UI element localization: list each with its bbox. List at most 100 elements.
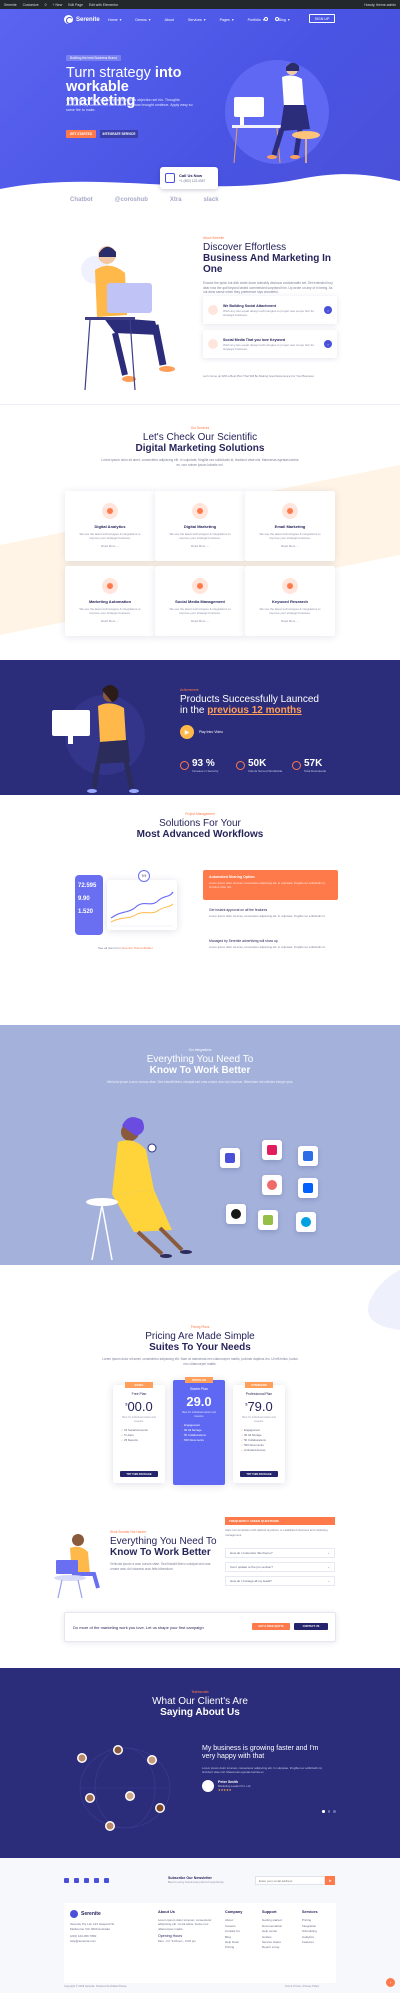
admin-bar-item[interactable]: Edit with Elementor [89,3,118,7]
facebook-icon[interactable] [64,1878,69,1883]
faq-kicker: Work Smarter Not Harder [110,1530,147,1534]
legal-links[interactable]: Terms Of Use | Privacy Policy [285,1985,319,1988]
read-more-link[interactable]: Read More → [245,544,335,548]
subscribe-button[interactable]: ➤ [325,1876,335,1885]
scroll-top-button[interactable]: ↑ [386,1978,395,1987]
slider-dot[interactable] [322,1810,325,1813]
footer-link[interactable]: Features [302,1940,318,1945]
admin-bar-item[interactable]: Edit Page [68,3,83,7]
integrate-service-button[interactable]: INTEGRATE SERVICE [100,130,138,138]
admin-bar-item[interactable]: Customize [23,3,39,7]
admin-bar-item[interactable]: + New [53,3,63,7]
service-card[interactable]: Social Media Management We use the latest… [155,566,245,636]
plan-desc: Best for individual starter and creators… [182,1411,216,1418]
testimonial-quote: My business is growing faster and I'm ve… [202,1745,319,1760]
copyright-text: Copyright © 2023 Serenite. Powered by Ra… [64,1985,127,1988]
signup-button[interactable]: SIGN UP [309,14,335,23]
faq-item[interactable]: How do I manage all my leads? ⌄ [225,1576,335,1586]
arrow-right-icon[interactable]: › [324,306,332,314]
faq-item[interactable]: Can I update to the pro version? ⌄ [225,1562,335,1572]
read-more-link[interactable]: Read More → [245,619,335,623]
footer-link[interactable]: Pricing [225,1945,242,1950]
brand-logo-item: Chatbot [70,197,93,203]
user-icon[interactable] [275,17,279,21]
service-desc: We use the latest technologies & integra… [259,532,321,540]
read-more-link[interactable]: Read More → [65,619,155,623]
instagram-icon[interactable] [94,1878,99,1883]
try-package-button[interactable]: TRY THIS PACKAGE [120,1471,158,1477]
read-more-link[interactable]: Read More → [155,544,245,548]
linkedin-icon[interactable] [84,1878,89,1883]
get-started-button[interactable]: GET STARTED [66,130,96,138]
call-us-card[interactable]: Call Us Now +1 (800) 123-4567 [160,167,218,189]
builder-link[interactable]: Serenite Theme Builder [121,946,152,950]
services-title: Let's Check Our Scientific Digital Market… [135,432,265,454]
menu-item-portfolio[interactable]: Portfolio ▾ [248,18,265,22]
slider-dot[interactable] [327,1810,330,1813]
nav-icons [264,17,279,21]
play-video-button[interactable]: ▶ Play Intro Video [180,725,223,739]
workflow-item[interactable]: Managed by Serenite advertising will sho… [203,935,338,961]
workflow-item-active[interactable]: Automated Sharing Option Lorem ipsum dol… [203,870,338,900]
slider-dot[interactable] [333,1810,336,1813]
search-icon[interactable] [264,17,268,21]
service-card[interactable]: Email Marketing We use the latest technol… [245,491,335,561]
brand-logo[interactable]: Serenite [64,15,100,24]
workflow-item-title: Managed by Serenite advertising will sho… [209,939,278,943]
workflow-item-desc: Lorem ipsum dolor sit amet, consectetur … [209,945,326,949]
menu-item-about[interactable]: About [165,18,174,22]
footer-hours: Mon - Fri: 9:00 am - 6:00 pm [158,1938,197,1943]
service-card[interactable]: Keyword Research We use the latest techno… [245,566,335,636]
service-card[interactable]: Digital Marketing We use the latest techn… [155,491,245,561]
integrations-title: Everything You Need To Know To Work Bette… [146,1054,254,1076]
launch-title: Products Successfully Launced in the prev… [180,694,319,716]
try-package-button[interactable]: TRY THIS PACKAGE [240,1471,278,1477]
plan-badge: BASIC [125,1382,153,1388]
workflow-item[interactable]: Get instant approval on all the features… [203,904,338,930]
menu-item-demos[interactable]: Demos ▾ [135,18,150,22]
workflow-item-title: Get instant approval on all the features [209,908,268,912]
menu-item-services[interactable]: Services ▾ [188,18,206,22]
footer-link[interactable]: Report a bug [262,1945,282,1950]
feature-row[interactable]: We Building Social Attachment Wish any tw… [203,296,337,324]
footer-link[interactable]: Scheduling [302,1929,318,1934]
read-more-link[interactable]: Read More → [65,544,155,548]
plan-badge: POPULAR [185,1377,213,1383]
footer-link[interactable]: Contact Us [225,1929,242,1934]
dropbox-icon [303,1183,313,1193]
free-quote-button[interactable]: GET A FREE QUOTE [252,1623,290,1630]
service-card[interactable]: Digital Analytics We use the latest techn… [65,491,155,561]
service-desc: We use the latest technologies & integra… [259,607,321,615]
read-more-link[interactable]: Read More → [155,619,245,623]
app-icon [258,1210,278,1230]
contact-us-button[interactable]: CONTACT US [294,1623,328,1630]
footer-logo[interactable]: Serenite [70,1910,101,1918]
admin-bar-user[interactable]: Howdy, theme-admin [364,3,396,7]
menu-item-pages[interactable]: Pages ▾ [220,18,234,22]
service-card[interactable]: Marketing Automation We use the latest te… [65,566,155,636]
youtube-icon[interactable] [104,1878,109,1883]
admin-bar-item[interactable]: Serenite [4,3,17,7]
arrow-right-icon[interactable]: › [324,340,332,348]
pricing-corner-shape [368,1270,400,1330]
social-icons [64,1878,109,1883]
pricing-card-featured: POPULAR Starter Plan 29.0 Best for indiv… [173,1377,225,1485]
logo-mark-icon [70,1910,78,1918]
admin-bar-item[interactable]: 0 [45,3,47,7]
plan-features: Engagement90 All Storage50 Collaboration… [181,1423,225,1443]
feature-desc: Wish any two equal design technologies t… [223,342,315,351]
faq-item[interactable]: How do I customize this theme? ⌄ [225,1548,335,1558]
workflows-heading: Project Management Solutions For Your Mos… [100,812,300,840]
feature-row[interactable]: Social Media That you love Keyword Wish a… [203,330,337,358]
brand-logo-item: Xtra [169,197,182,203]
hero-section: Serenite Home ▾ Demos ▾ About Services ▾ Pa… [0,9,400,194]
slider-dots [322,1810,336,1813]
footer-email[interactable]: help@serenite.com [70,1939,120,1944]
newsletter-email-input[interactable] [255,1876,325,1885]
menu-item-blog[interactable]: Blog ▾ [279,18,290,22]
twitter-icon[interactable] [74,1878,79,1883]
menu-item-home[interactable]: Home ▾ [108,18,121,22]
services-kicker: Our Services [190,426,210,430]
service-title: Digital Marketing [183,524,217,529]
pricing-paragraph: Lorem ipsum dolor sit amet, consectetur … [102,1357,298,1366]
